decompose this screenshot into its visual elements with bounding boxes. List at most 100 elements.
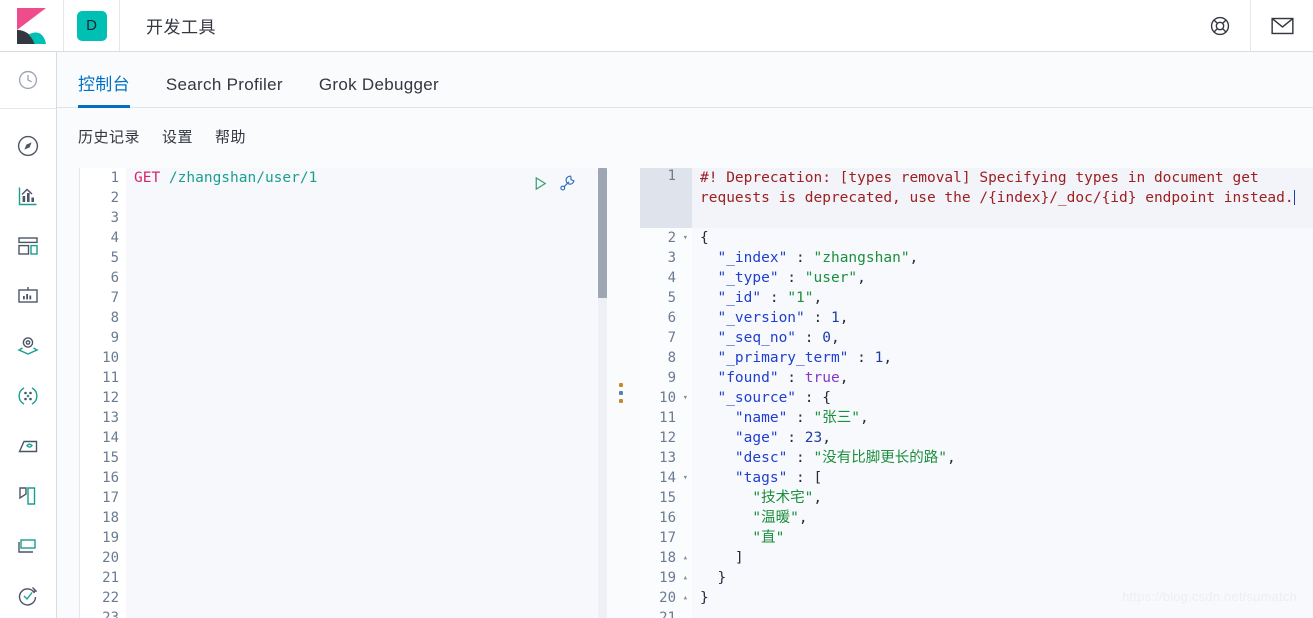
token: 23 — [804, 430, 823, 446]
token: "张三" — [813, 410, 860, 426]
fold-toggle-icon[interactable]: ▴ — [683, 568, 688, 588]
fold-toggle-icon[interactable]: ▾ — [683, 468, 688, 488]
sidebar-item-apm[interactable] — [0, 521, 56, 571]
line-number: 1 — [80, 168, 126, 188]
line-content — [126, 548, 597, 568]
line-number: 11 — [80, 368, 126, 388]
help-link[interactable]: 帮助 — [215, 126, 246, 147]
fold-toggle-icon[interactable]: ▾ — [683, 388, 688, 408]
space-switcher[interactable]: D — [64, 0, 120, 51]
sidebar-item-discover[interactable] — [0, 121, 56, 171]
line-number: 15 — [80, 448, 126, 468]
settings-link[interactable]: 设置 — [162, 126, 193, 147]
code-line: 18 ▴ ] — [640, 548, 1313, 568]
code-line: 9 — [80, 328, 597, 348]
line-number: 16 — [640, 508, 692, 528]
sidebar-item-uptime[interactable] — [0, 571, 56, 618]
token: "_type" — [700, 270, 779, 286]
line-content: "_id" : "1", — [692, 288, 1313, 308]
line-number: 5 — [640, 288, 692, 308]
token: "tags" — [700, 470, 788, 486]
token: "zhangshan" — [813, 250, 910, 266]
fold-toggle-icon[interactable]: ▾ — [683, 228, 688, 248]
code-line: 5 "_id" : "1", — [640, 288, 1313, 308]
token: "_version" — [700, 310, 805, 326]
line-number: 8 — [80, 308, 126, 328]
wrench-settings-icon[interactable] — [559, 174, 577, 192]
play-run-icon[interactable] — [532, 175, 549, 192]
code-line: 16 — [80, 468, 597, 488]
line-number: 2 ▾ — [640, 228, 692, 248]
text-caret — [1293, 190, 1295, 205]
line-number: 22 — [80, 588, 126, 608]
tab-search-profiler[interactable]: Search Profiler — [166, 75, 283, 107]
token: : — [787, 410, 814, 426]
tab-grok-debugger[interactable]: Grok Debugger — [319, 75, 439, 107]
notifications-button[interactable] — [1251, 0, 1313, 51]
sidebar-item-canvas[interactable] — [0, 271, 56, 321]
line-content: "直" — [692, 528, 1313, 548]
request-actions — [532, 174, 577, 192]
line-content — [126, 248, 597, 268]
line-number: 21 — [640, 608, 692, 618]
line-content — [126, 468, 597, 488]
sidebar-item-logs[interactable] — [0, 471, 56, 521]
line-content — [126, 348, 597, 368]
logs-pages-icon — [19, 487, 36, 505]
token: "user" — [804, 270, 858, 286]
token: "_source" — [700, 390, 797, 406]
token: 0 — [822, 330, 831, 346]
sidebar-item-machine-learning[interactable] — [0, 371, 56, 421]
line-number: 3 — [640, 248, 692, 268]
request-editor[interactable]: 1 GET /zhangshan/user/1 2 3 4 5 6 7 8 9 10 11 12 13 14… — [79, 168, 597, 618]
line-number: 17 — [80, 488, 126, 508]
token: "_id" — [700, 290, 762, 306]
sidebar-item-maps[interactable] — [0, 321, 56, 371]
space-badge[interactable]: D — [76, 10, 107, 41]
line-number: 21 — [80, 568, 126, 588]
kibana-home-link[interactable] — [0, 0, 64, 51]
line-content — [126, 448, 597, 468]
code-line: 14 — [80, 428, 597, 448]
token: : — [778, 430, 805, 446]
token: , — [813, 290, 823, 306]
line-content: "_source" : { — [692, 388, 1313, 408]
request-editor-vertical-scrollbar[interactable] — [598, 168, 607, 618]
fold-toggle-icon[interactable]: ▴ — [683, 548, 688, 568]
line-content — [692, 608, 1313, 618]
recently-viewed-button[interactable] — [0, 52, 56, 109]
help-button[interactable] — [1189, 0, 1251, 51]
code-line: 4 "_type" : "user", — [640, 268, 1313, 288]
fold-toggle-icon[interactable]: ▴ — [683, 588, 688, 608]
line-number: 8 — [640, 348, 692, 368]
sidebar-item-dashboard[interactable] — [0, 221, 56, 271]
history-link[interactable]: 历史记录 — [78, 126, 140, 147]
line-number: 14 ▾ — [640, 468, 692, 488]
line-content: "_index" : "zhangshan", — [692, 248, 1313, 268]
tab-console[interactable]: 控制台 — [78, 70, 130, 108]
line-number: 16 — [80, 468, 126, 488]
code-line: 19 — [80, 528, 597, 548]
infrastructure-icon — [18, 440, 38, 453]
line-content — [126, 208, 597, 228]
pane-resize-handle[interactable] — [609, 168, 633, 618]
token: , — [813, 490, 823, 506]
code-line: 18 — [80, 508, 597, 528]
line-number: 17 — [640, 528, 692, 548]
line-content: "_version" : 1, — [692, 308, 1313, 328]
sidebar-item-visualize[interactable] — [0, 171, 56, 221]
line-content — [126, 228, 597, 248]
line-content — [126, 328, 597, 348]
scrollbar-thumb[interactable] — [598, 168, 607, 298]
code-line: 3 — [80, 208, 597, 228]
response-viewer[interactable]: 1 #! Deprecation: [types removal] Specif… — [640, 168, 1313, 618]
token: true — [804, 370, 840, 386]
token: "没有比脚更长的路" — [813, 450, 947, 466]
uptime-check-icon — [18, 587, 38, 606]
line-content — [126, 508, 597, 528]
token: 1 — [830, 310, 840, 326]
token: : — [787, 450, 814, 466]
code-line: 17 "直" — [640, 528, 1313, 548]
sidebar-item-infrastructure[interactable] — [0, 421, 56, 471]
token: : — [804, 310, 831, 326]
